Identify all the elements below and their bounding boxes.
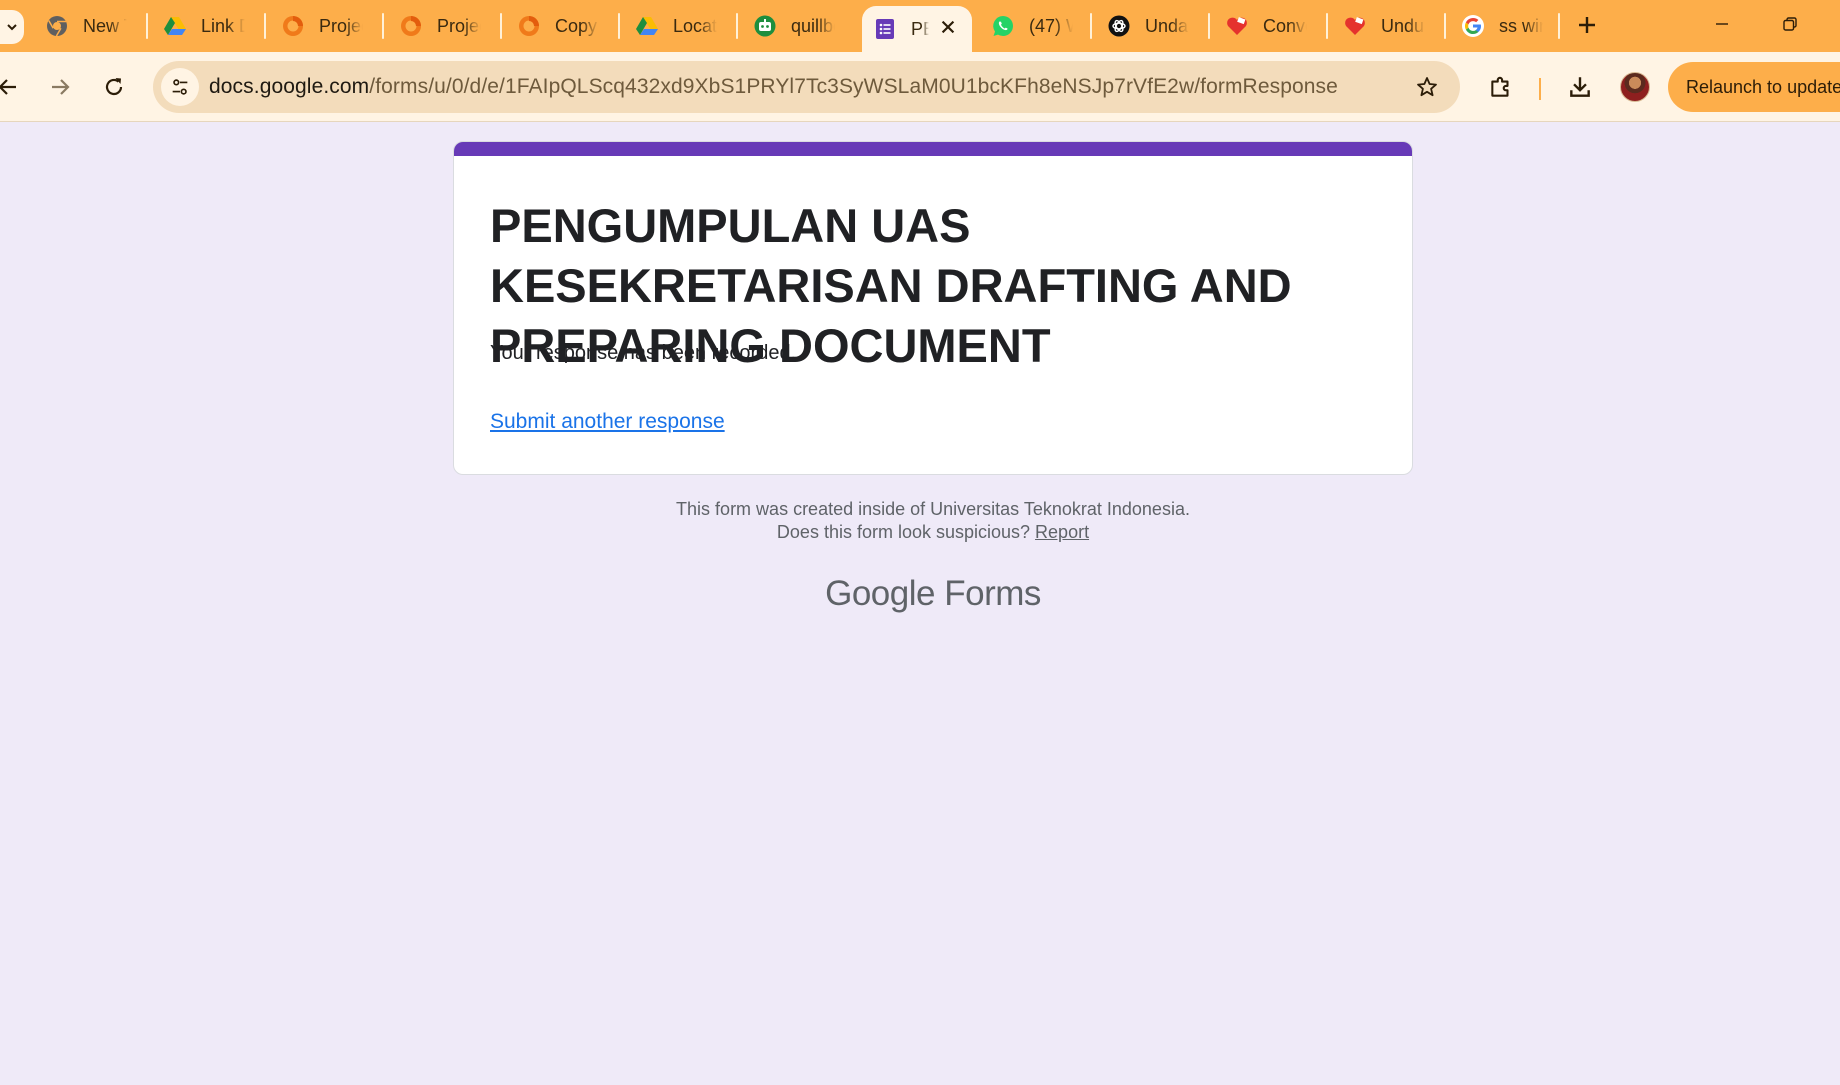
tab-chatgpt[interactable]: Undang xyxy=(1096,6,1208,46)
orange-ring-icon xyxy=(280,13,306,39)
created-inside-text: This form was created inside of Universi… xyxy=(676,499,1190,519)
tab-separator xyxy=(1444,13,1446,39)
quillbot-icon xyxy=(752,13,778,39)
browser-toolbar: docs.google.com/forms/u/0/d/e/1FAIpQLScq… xyxy=(0,52,1840,122)
orange-ring-icon xyxy=(516,13,542,39)
whatsapp-icon xyxy=(990,13,1016,39)
submit-another-response-link[interactable]: Submit another response xyxy=(490,410,725,434)
tab-title: (47) WhatsApp xyxy=(1029,15,1073,36)
tab-new-tab[interactable]: New Tab xyxy=(34,6,152,46)
tune-icon xyxy=(172,79,188,95)
tab-project-1[interactable]: Project xyxy=(270,6,382,46)
tab-title: quillbot xyxy=(791,15,835,36)
puzzle-icon xyxy=(1491,76,1509,97)
tab-copy[interactable]: Copy xyxy=(506,6,618,46)
url-path: /forms/u/0/d/e/1FAIpQLScq432xd9XbS1PRYl7… xyxy=(369,75,1338,98)
restore-icon xyxy=(1783,17,1797,31)
tab-project-2[interactable]: Project xyxy=(388,6,500,46)
relaunch-button[interactable]: Relaunch to update xyxy=(1668,62,1840,112)
tab-title: PENGUMPULAN xyxy=(911,18,929,39)
suspicious-line: Does this form look suspicious? Report xyxy=(453,521,1413,544)
url-text[interactable]: docs.google.com/forms/u/0/d/e/1FAIpQLScq… xyxy=(209,75,1338,99)
tab-separator xyxy=(1208,13,1210,39)
url-host: docs.google.com xyxy=(209,75,370,98)
minimize-icon xyxy=(1716,23,1728,25)
chevron-down-icon xyxy=(7,24,17,31)
report-link[interactable]: Report xyxy=(1035,522,1089,542)
google-forms-icon xyxy=(872,16,898,42)
arrow-right-icon xyxy=(52,79,70,95)
suspicious-prompt: Does this form look suspicious? xyxy=(776,522,1031,542)
bookmark-star-button[interactable] xyxy=(1414,74,1440,100)
minimize-button[interactable] xyxy=(1692,4,1752,44)
tab-quillbot[interactable]: quillbot xyxy=(742,6,854,46)
tab-title: ss windows xyxy=(1499,15,1543,36)
tab-unduh[interactable]: Unduh xyxy=(1332,6,1444,46)
tab-google-search[interactable]: ss windows xyxy=(1450,6,1562,46)
restore-button[interactable] xyxy=(1760,4,1820,44)
form-footer: This form was created inside of Universi… xyxy=(453,498,1413,544)
google-drive-icon xyxy=(162,13,188,39)
toolbar-separator xyxy=(1539,78,1541,100)
site-info-button[interactable] xyxy=(161,68,199,106)
tab-strip: New Tab Link Drive Project Project Copy … xyxy=(0,0,1840,52)
brand-forms: Forms xyxy=(944,574,1041,613)
chatgpt-icon xyxy=(1106,13,1132,39)
new-tab-button[interactable] xyxy=(1572,10,1602,40)
tab-title: Project xyxy=(437,15,481,36)
heart-pdf-icon xyxy=(1342,13,1368,39)
chrome-icon xyxy=(44,13,70,39)
tab-title: Undang xyxy=(1145,15,1189,36)
brand-google: Google xyxy=(825,574,935,613)
tab-title: Unduh xyxy=(1381,15,1425,36)
google-forms-logo[interactable]: Google Forms xyxy=(453,574,1413,614)
tab-separator xyxy=(264,13,266,39)
downloads-button[interactable] xyxy=(1563,70,1597,104)
confirmation-message: Your response has been recorded. xyxy=(490,342,797,364)
tab-separator xyxy=(382,13,384,39)
tab-title: Link Drive xyxy=(201,15,245,36)
orange-ring-icon xyxy=(398,13,424,39)
tab-separator xyxy=(1090,13,1092,39)
profile-avatar[interactable] xyxy=(1620,72,1650,102)
card-accent-bar xyxy=(454,142,1412,156)
tab-separator xyxy=(618,13,620,39)
heart-pdf-icon xyxy=(1224,13,1250,39)
reload-button[interactable] xyxy=(96,69,132,105)
tab-search-button[interactable] xyxy=(0,10,24,44)
download-icon xyxy=(1570,77,1590,97)
star-icon xyxy=(1417,77,1437,97)
arrow-left-icon xyxy=(0,79,16,95)
tab-title: Project xyxy=(319,15,363,36)
close-icon xyxy=(941,20,955,34)
tab-separator xyxy=(1558,13,1560,39)
reload-icon xyxy=(105,78,123,96)
tab-title: New Tab xyxy=(83,15,127,36)
tab-google-forms-active[interactable]: PENGUMPULAN xyxy=(862,6,972,52)
plus-icon xyxy=(1579,17,1595,33)
tab-whatsapp[interactable]: (47) WhatsApp xyxy=(980,6,1092,46)
tab-location[interactable]: Location xyxy=(624,6,736,46)
close-tab-button[interactable] xyxy=(938,17,958,37)
google-drive-icon xyxy=(634,13,660,39)
address-bar[interactable]: docs.google.com/forms/u/0/d/e/1FAIpQLScq… xyxy=(153,61,1460,113)
tab-convert[interactable]: Convert xyxy=(1214,6,1326,46)
tab-separator xyxy=(736,13,738,39)
tab-title: Convert xyxy=(1263,15,1307,36)
tab-separator xyxy=(1326,13,1328,39)
tab-separator xyxy=(500,13,502,39)
google-icon xyxy=(1460,13,1486,39)
tab-title: Location xyxy=(673,15,717,36)
tab-separator xyxy=(146,13,148,39)
tab-title: Copy xyxy=(555,15,598,36)
forward-button[interactable] xyxy=(42,69,78,105)
tab-link-drive[interactable]: Link Drive xyxy=(152,6,264,46)
back-button[interactable] xyxy=(0,69,26,105)
extensions-button[interactable] xyxy=(1484,70,1518,104)
confirmation-card: PENGUMPULAN UAS KESEKRETARISAN DRAFTING … xyxy=(453,141,1413,475)
